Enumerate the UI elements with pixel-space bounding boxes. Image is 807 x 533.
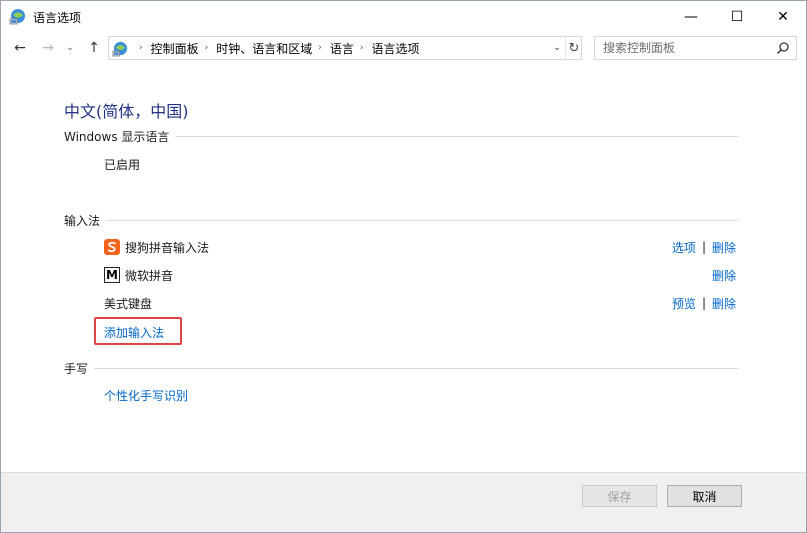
main-content: 中文(简体，中国) Windows 显示语言 已启用 输入法 搜狗拼音输入法 选… [1,63,806,472]
address-bar[interactable]: › 控制面板 › 时钟、语言和区域 › 语言 › 语言选项 ⌄ ↻ [108,36,582,60]
back-button[interactable]: ← [10,36,30,60]
add-input-method-highlight: 添加输入法 [94,317,182,345]
ime-actions: 选项 | 删除 [672,239,736,256]
options-link[interactable]: 选项 [672,239,696,256]
display-language-heading: Windows 显示语言 [64,129,170,144]
input-method-section-header: 输入法 [64,212,739,228]
list-item: 美式键盘 预览 | 删除 [104,294,736,312]
preview-link[interactable]: 预览 [672,295,696,312]
remove-link[interactable]: 删除 [712,295,736,312]
breadcrumb: › 控制面板 › 时钟、语言和区域 › 语言 › 语言选项 [133,37,420,59]
separator: | [701,296,706,310]
breadcrumb-clock-language-region[interactable]: 时钟、语言和区域 [216,40,312,57]
display-language-status: 已启用 [104,158,141,172]
refresh-button[interactable]: ↻ [565,37,582,59]
up-button[interactable]: ↑ [84,36,104,60]
add-input-method-link[interactable]: 添加输入法 [104,324,164,341]
close-icon: ✕ [777,8,789,25]
chevron-down-icon: ⌄ [553,43,561,53]
section-divider [175,135,739,137]
section-divider [106,219,739,221]
back-arrow-icon: ← [14,40,26,56]
breadcrumb-language-options[interactable]: 语言选项 [371,40,419,57]
footer-bar: 保存 取消 [1,472,806,532]
personalize-handwriting-link[interactable]: 个性化手写识别 [104,387,188,404]
navigation-bar: ← → ⌄ ↑ › 控制面板 › 时钟、语言和区域 › 语言 › 语言选项 ⌄ … [1,34,806,62]
chevron-right-icon: › [139,43,143,53]
title-bar: 语言选项 — ☐ ✕ [1,1,806,32]
breadcrumb-language[interactable]: 语言 [330,40,354,57]
chevron-right-icon[interactable]: › [205,43,209,53]
close-button[interactable]: ✕ [760,1,806,32]
chevron-right-icon[interactable]: › [318,43,322,53]
search-box[interactable] [594,36,797,60]
language-options-window: 语言选项 — ☐ ✕ ← → ⌄ ↑ › 控制面板 › 时钟、语言和区域 › 语… [0,0,807,533]
recent-locations-button[interactable]: ⌄ [63,36,77,60]
minimize-icon: — [684,8,698,25]
input-method-heading: 输入法 [64,213,101,228]
maximize-button[interactable]: ☐ [714,1,760,32]
window-title: 语言选项 [33,11,82,25]
sogou-ime-icon [104,239,120,255]
display-language-section-header: Windows 显示语言 [64,128,739,144]
handwriting-section-header: 手写 [64,360,739,376]
search-icon[interactable] [776,41,790,55]
cancel-button[interactable]: 取消 [667,485,742,507]
breadcrumb-control-panel[interactable]: 控制面板 [151,40,199,57]
forward-arrow-icon: → [42,40,54,56]
save-button[interactable]: 保存 [582,485,657,507]
remove-link[interactable]: 删除 [712,239,736,256]
list-item: M 微软拼音 删除 [104,266,736,284]
control-panel-icon [9,9,25,25]
up-arrow-icon: ↑ [88,40,100,56]
handwriting-heading: 手写 [64,361,89,376]
section-divider [94,367,739,369]
remove-link[interactable]: 删除 [712,267,736,284]
ime-name: 美式键盘 [104,296,153,311]
minimize-button[interactable]: — [668,1,714,32]
maximize-icon: ☐ [730,8,744,25]
control-panel-icon [112,41,128,57]
chevron-right-icon[interactable]: › [360,43,364,53]
forward-button[interactable]: → [38,36,58,60]
page-title: 中文(简体，中国) [64,102,189,121]
refresh-icon: ↻ [568,40,580,56]
microsoft-pinyin-icon: M [104,267,120,283]
ime-name: 微软拼音 [125,268,174,283]
chevron-down-icon: ⌄ [66,43,74,53]
search-input[interactable] [603,40,773,56]
ime-name: 搜狗拼音输入法 [125,240,210,255]
separator: | [701,240,706,254]
ime-actions: 预览 | 删除 [672,295,736,312]
list-item: 搜狗拼音输入法 选项 | 删除 [104,238,736,256]
ime-actions: 删除 [712,267,736,284]
address-dropdown-button[interactable]: ⌄ [548,37,566,59]
